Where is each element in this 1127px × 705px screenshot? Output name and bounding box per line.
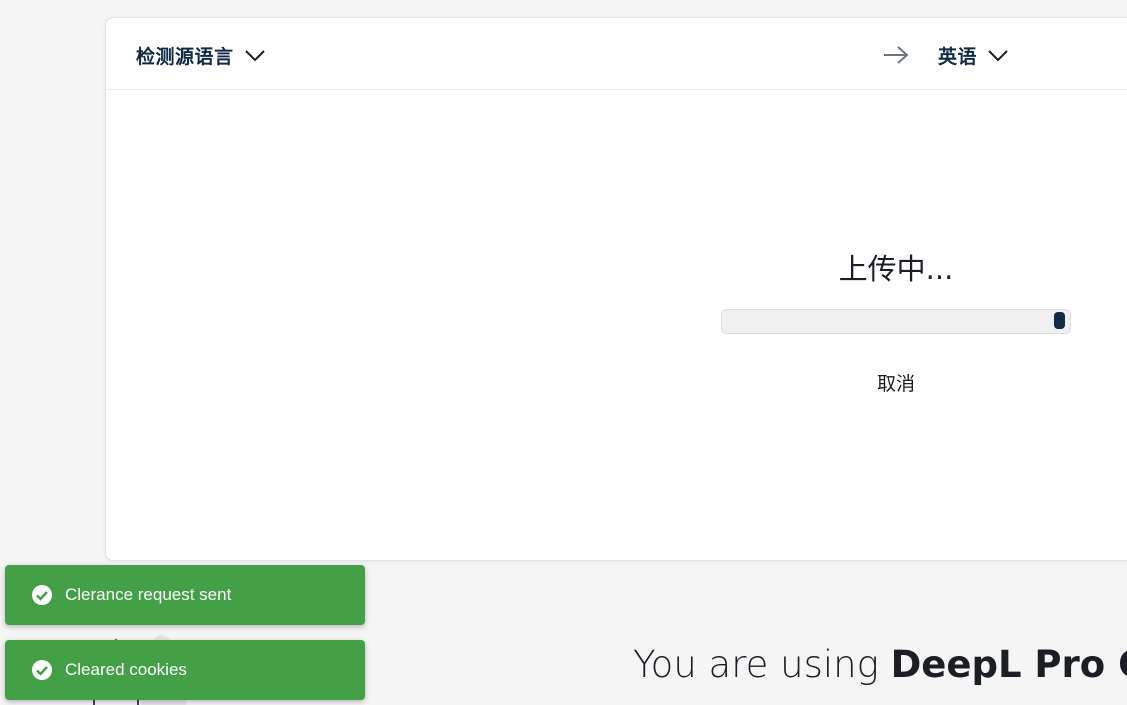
upload-progress-bar [721,309,1071,334]
chevron-down-icon [244,49,265,61]
source-language-label: 检测源语言 [136,46,234,68]
page: 检测源语言 英语 上传中... 取消 You are using DeepL P… [0,0,1127,705]
check-circle-icon [32,585,52,605]
target-language-label: 英语 [938,46,978,68]
toast-message: Clerance request sent [65,585,232,604]
arrow-right-icon [884,46,909,64]
toast-notification[interactable]: Clerance request sent [5,565,365,625]
upload-progress-fill [1054,312,1066,329]
target-language-select[interactable]: 英语 [938,42,1009,69]
source-language-select[interactable]: 检测源语言 [136,42,266,69]
upload-status-text: 上传中... [838,252,954,286]
language-bar: 检测源语言 英语 [106,18,1127,90]
cancel-upload-button[interactable]: 取消 [846,368,946,397]
document-translator-card: 检测源语言 英语 上传中... 取消 [105,17,1127,561]
toast-message: Cleared cookies [65,660,187,679]
promo-banner: You are using DeepL Pro Cra [633,643,1127,686]
chevron-down-icon [988,49,1008,61]
toast-notification[interactable]: Cleared cookies [5,640,365,700]
check-circle-icon [32,660,52,680]
promo-product-name: DeepL Pro Cra [890,643,1127,686]
promo-prefix: You are using [633,643,891,686]
